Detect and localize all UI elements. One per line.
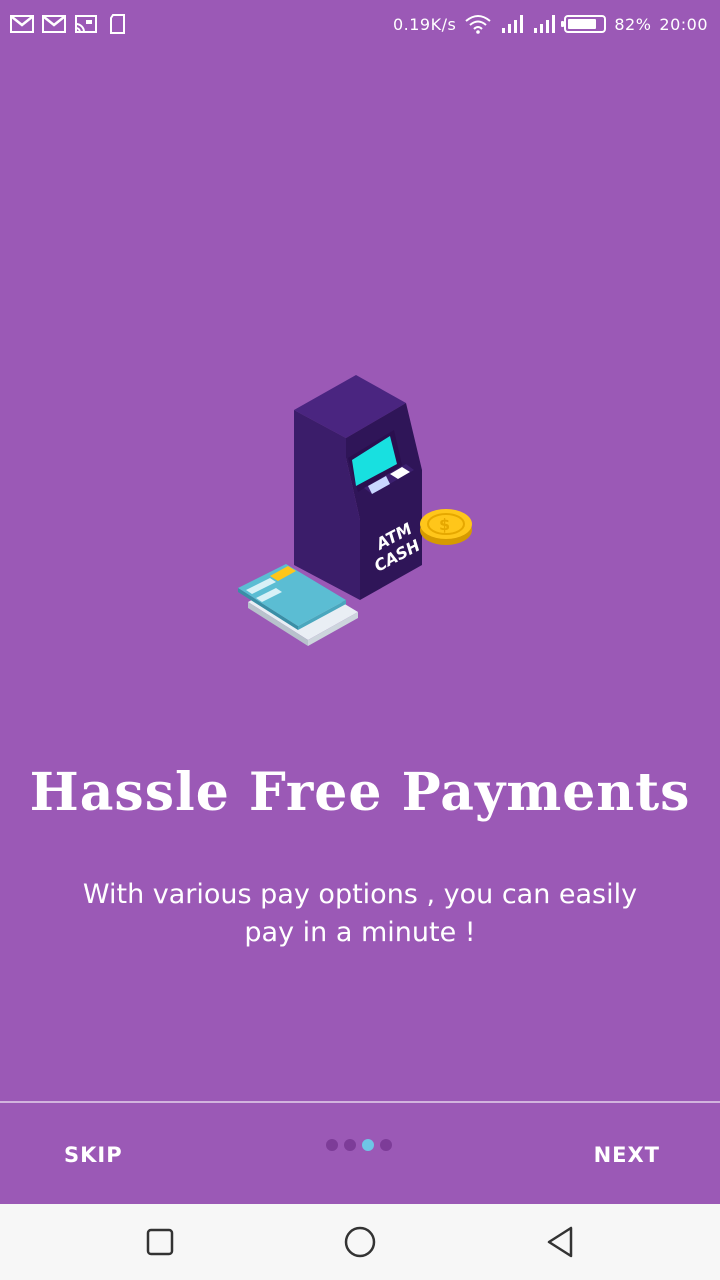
skip-button[interactable]: SKIP: [64, 1143, 123, 1167]
back-button[interactable]: [542, 1224, 578, 1260]
status-indicators: 0.19K/s 82% 20:00: [393, 14, 708, 34]
page-dot: [380, 1139, 392, 1151]
cast-icon: [75, 15, 97, 33]
back-icon: [547, 1226, 573, 1258]
battery-level: [568, 19, 597, 29]
atm-machine-icon: ATM CASH: [294, 375, 424, 600]
sd-card-icon: [110, 14, 125, 34]
net-speed: 0.19K/s: [392, 14, 457, 34]
recents-icon: [146, 1228, 174, 1256]
notification-icons: [10, 14, 130, 34]
coin-icon: $: [420, 509, 472, 545]
coin-symbol: $: [439, 515, 450, 534]
signal-icon: [534, 15, 556, 33]
page-dot: [326, 1139, 338, 1151]
recents-button[interactable]: [142, 1224, 178, 1260]
navigation-bar: [0, 1204, 720, 1280]
clock: 20:00: [659, 14, 708, 34]
wifi-icon: [465, 15, 491, 34]
onboarding-subtitle: With various pay options , you can easil…: [82, 879, 638, 948]
home-icon: [344, 1226, 376, 1258]
page-dot-active: [362, 1139, 374, 1151]
battery-percent: 82%: [614, 14, 652, 34]
battery-icon: [561, 15, 607, 33]
signal-icon: [502, 15, 524, 33]
page-indicator: [326, 1139, 392, 1151]
home-button[interactable]: [342, 1224, 378, 1260]
atm-illustration: ATM CASH $: [238, 375, 472, 646]
onboarding-title: Hassle Free Payments: [29, 762, 691, 823]
next-button[interactable]: NEXT: [594, 1143, 660, 1167]
gmail-icon: [42, 15, 66, 33]
gmail-icon: [10, 15, 34, 33]
onboarding-controls: SKIP NEXT: [0, 1103, 720, 1203]
page-dot: [344, 1139, 356, 1151]
status-bar: 0.19K/s 82% 20:00: [0, 0, 720, 48]
